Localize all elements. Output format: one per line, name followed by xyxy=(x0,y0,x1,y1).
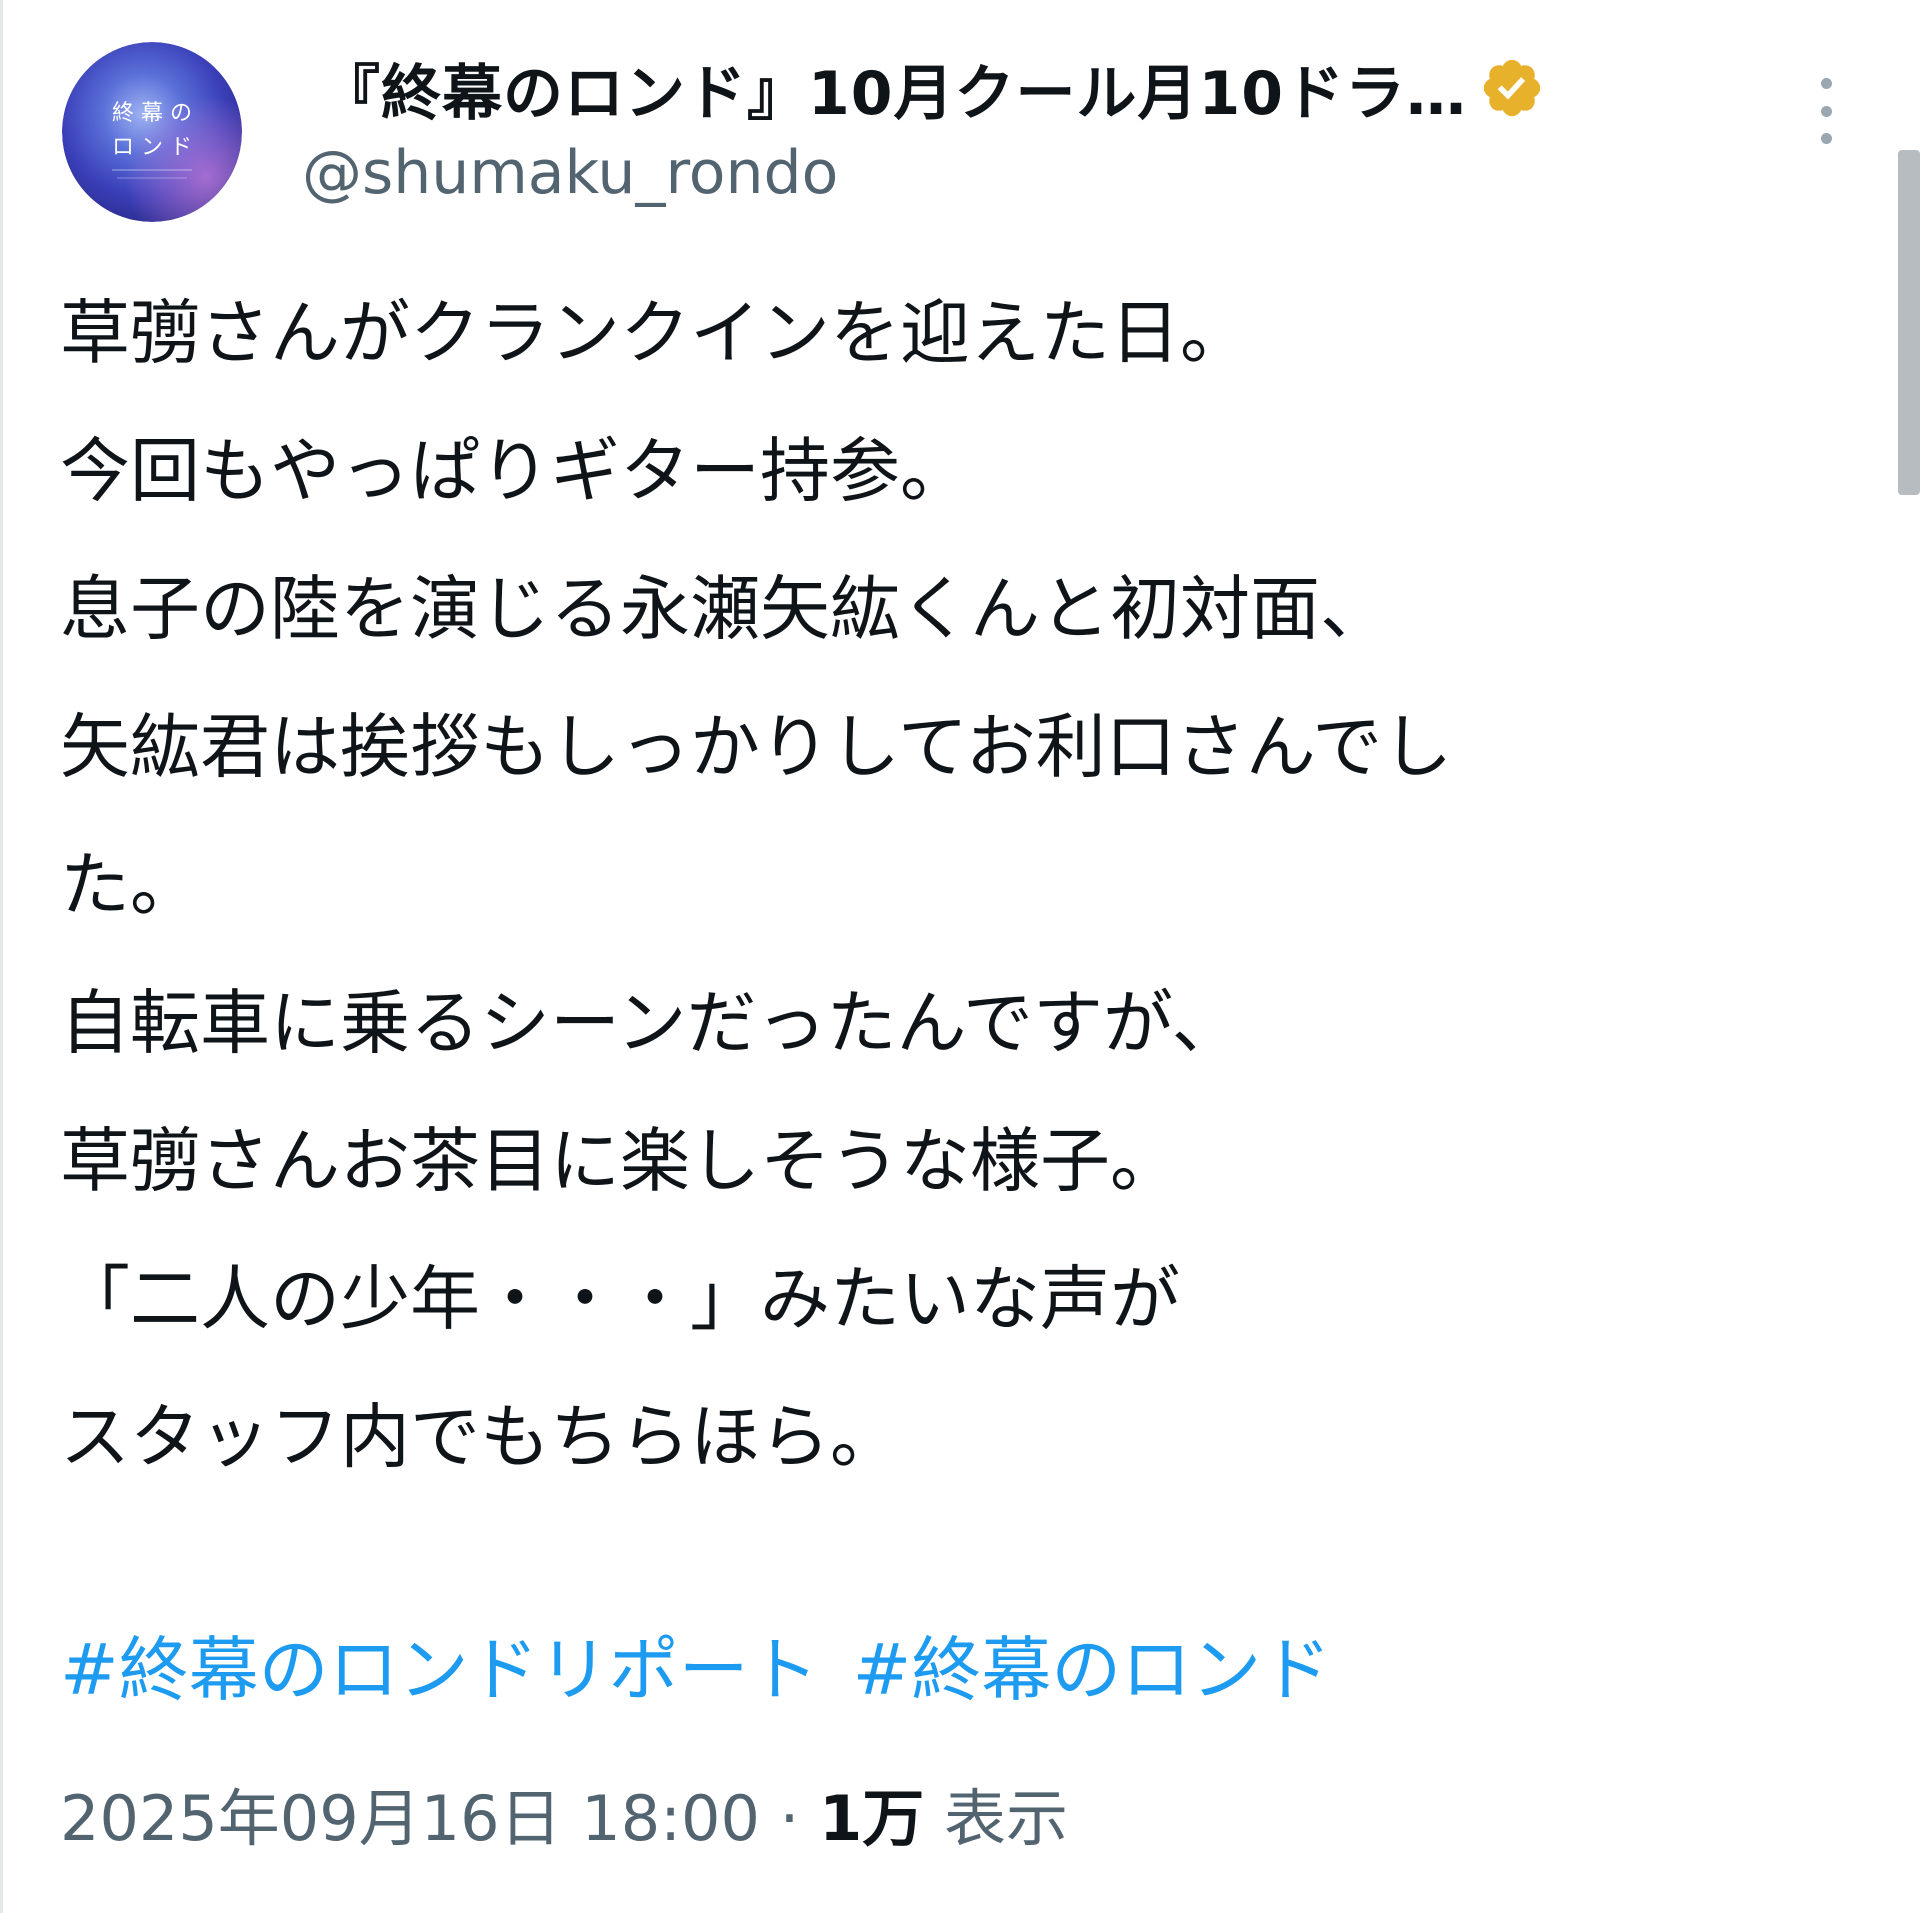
tweet-line: 矢紘君は挨拶もしっかりしてお利口さんでし xyxy=(60,706,1453,788)
tweet-line: 息子の陸を演じる永瀬矢紘くんと初対面、 xyxy=(60,568,1390,650)
avatar-text-1: 終 幕 の xyxy=(112,101,192,126)
meta-separator: · xyxy=(779,1782,800,1855)
more-dot xyxy=(1820,105,1832,117)
display-name[interactable]: 『終幕のロンド』10月クール月10ドラ… xyxy=(320,45,1467,132)
tweet-line: スタッフ内でもちらほら。 xyxy=(60,1396,900,1478)
scrollbar[interactable] xyxy=(1898,150,1920,1913)
tweet-timestamp[interactable]: 2025年09月16日 18:00 xyxy=(60,1782,760,1855)
tweet-text: 草彅さんがクランクインを迎えた日。 今回もやっぱりギター持参。 息子の陸を演じる… xyxy=(60,264,1840,1506)
scrollbar-thumb[interactable] xyxy=(1898,150,1920,495)
tweet-line: 自転車に乗るシーンだったんですが、 xyxy=(60,982,1242,1064)
more-dot xyxy=(1820,133,1832,144)
author-name-row[interactable]: 『終幕のロンド』10月クール月10ドラ… xyxy=(320,48,1545,129)
author-handle[interactable]: @shumaku_rondo xyxy=(302,138,838,208)
tweet-card: 終 幕 の ロ ン ド 『終幕のロンド』10月クール月10ドラ… @shumak… xyxy=(0,0,1920,1913)
hashtag-link[interactable]: #終幕のロンドリポート xyxy=(60,1629,819,1711)
tweet-line: 今回もやっぱりギター持参。 xyxy=(60,430,970,512)
more-vertical-icon xyxy=(1820,78,1832,89)
tweet-meta: 2025年09月16日 18:00 · 1万 表示 xyxy=(60,1774,1068,1864)
tweet-line: た。 xyxy=(60,844,200,926)
more-options-button[interactable] xyxy=(1798,78,1854,144)
views-label: 表示 xyxy=(943,1782,1068,1855)
views-count: 1万 xyxy=(819,1782,925,1855)
tweet-line: 草彅さんお茶目に楽しそうな様子。 xyxy=(60,1120,1180,1202)
hashtag-link[interactable]: #終幕のロンド xyxy=(853,1629,1332,1711)
avatar-text-2: ロ ン ド xyxy=(112,135,192,160)
avatar[interactable]: 終 幕 の ロ ン ド xyxy=(62,42,242,222)
verified-badge-icon xyxy=(1479,55,1545,121)
tweet-line: 草彅さんがクランクインを迎えた日。 xyxy=(60,292,1250,374)
hashtag-row: #終幕のロンドリポート #終幕のロンド xyxy=(60,1620,1365,1720)
tweet-line: 「二人の少年・・・」みたいな声が xyxy=(60,1258,1180,1340)
